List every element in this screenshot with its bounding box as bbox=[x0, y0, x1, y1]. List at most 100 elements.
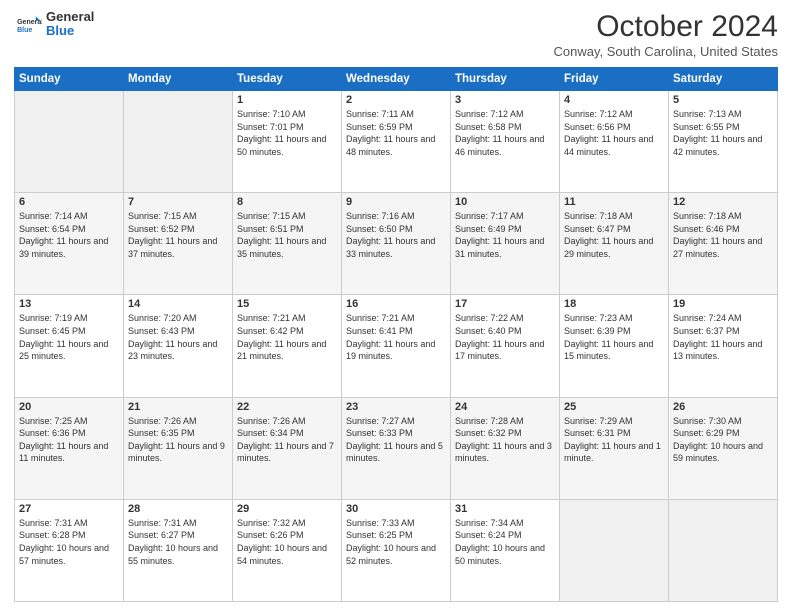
day-info: Sunrise: 7:10 AMSunset: 7:01 PMDaylight:… bbox=[237, 108, 337, 158]
calendar-cell: 11Sunrise: 7:18 AMSunset: 6:47 PMDayligh… bbox=[560, 193, 669, 295]
day-info: Sunrise: 7:21 AMSunset: 6:41 PMDaylight:… bbox=[346, 312, 446, 362]
day-info: Sunrise: 7:27 AMSunset: 6:33 PMDaylight:… bbox=[346, 415, 446, 465]
logo: General Blue General Blue bbox=[14, 10, 94, 39]
header: General Blue General Blue October 2024 C… bbox=[14, 10, 778, 59]
calendar-cell: 19 Sunrise: 7:24 AMSunset: 6:37 PMDayligh… bbox=[669, 295, 778, 397]
calendar-cell: 15 Sunrise: 7:21 AMSunset: 6:42 PMDayligh… bbox=[233, 295, 342, 397]
calendar-cell: 1 Sunrise: 7:10 AMSunset: 7:01 PMDaylight… bbox=[233, 91, 342, 193]
day-number: 31 bbox=[455, 503, 555, 515]
day-number: 29 bbox=[237, 503, 337, 515]
calendar-cell: 3 Sunrise: 7:12 AMSunset: 6:58 PMDaylight… bbox=[451, 91, 560, 193]
day-info: Sunrise: 7:21 AMSunset: 6:42 PMDaylight:… bbox=[237, 312, 337, 362]
day-info: Sunrise: 7:31 AMSunset: 6:27 PMDaylight:… bbox=[128, 517, 228, 567]
day-info: Sunrise: 7:13 AMSunset: 6:55 PMDaylight:… bbox=[673, 108, 773, 158]
month-title: October 2024 bbox=[554, 10, 779, 44]
day-number: 1 bbox=[237, 94, 337, 106]
calendar-cell: 24 Sunrise: 7:28 AMSunset: 6:32 PMDayligh… bbox=[451, 397, 560, 499]
day-number: 7 bbox=[128, 196, 228, 208]
calendar-cell: 6Sunrise: 7:14 AMSunset: 6:54 PMDaylight… bbox=[15, 193, 124, 295]
col-header-wednesday: Wednesday bbox=[342, 68, 451, 91]
col-header-thursday: Thursday bbox=[451, 68, 560, 91]
calendar-cell: 5 Sunrise: 7:13 AMSunset: 6:55 PMDaylight… bbox=[669, 91, 778, 193]
day-info: Sunrise: 7:23 AMSunset: 6:39 PMDaylight:… bbox=[564, 312, 664, 362]
day-number: 22 bbox=[237, 401, 337, 413]
title-block: October 2024 Conway, South Carolina, Uni… bbox=[554, 10, 779, 59]
calendar-cell: 10Sunrise: 7:17 AMSunset: 6:49 PMDayligh… bbox=[451, 193, 560, 295]
calendar-week-3: 13 Sunrise: 7:19 AMSunset: 6:45 PMDayligh… bbox=[15, 295, 778, 397]
calendar-cell: 18Sunrise: 7:23 AMSunset: 6:39 PMDayligh… bbox=[560, 295, 669, 397]
calendar-cell: 26Sunrise: 7:30 AMSunset: 6:29 PMDayligh… bbox=[669, 397, 778, 499]
logo-text-general: General bbox=[46, 10, 94, 24]
calendar-cell: 23 Sunrise: 7:27 AMSunset: 6:33 PMDayligh… bbox=[342, 397, 451, 499]
day-info: Sunrise: 7:26 AMSunset: 6:35 PMDaylight:… bbox=[128, 415, 228, 465]
calendar-cell: 28 Sunrise: 7:31 AMSunset: 6:27 PMDayligh… bbox=[124, 499, 233, 601]
calendar-cell: 9 Sunrise: 7:16 AMSunset: 6:50 PMDaylight… bbox=[342, 193, 451, 295]
day-number: 2 bbox=[346, 94, 446, 106]
day-number: 9 bbox=[346, 196, 446, 208]
day-number: 16 bbox=[346, 298, 446, 310]
calendar-week-4: 20 Sunrise: 7:25 AMSunset: 6:36 PMDayligh… bbox=[15, 397, 778, 499]
location: Conway, South Carolina, United States bbox=[554, 44, 779, 59]
day-number: 23 bbox=[346, 401, 446, 413]
day-info: Sunrise: 7:26 AMSunset: 6:34 PMDaylight:… bbox=[237, 415, 337, 465]
calendar-cell: 12Sunrise: 7:18 AMSunset: 6:46 PMDayligh… bbox=[669, 193, 778, 295]
day-info: Sunrise: 7:30 AMSunset: 6:29 PMDaylight:… bbox=[673, 415, 773, 465]
calendar-cell: 27Sunrise: 7:31 AMSunset: 6:28 PMDayligh… bbox=[15, 499, 124, 601]
day-info: Sunrise: 7:12 AMSunset: 6:58 PMDaylight:… bbox=[455, 108, 555, 158]
day-info: Sunrise: 7:19 AMSunset: 6:45 PMDaylight:… bbox=[19, 312, 119, 362]
calendar-cell: 2 Sunrise: 7:11 AMSunset: 6:59 PMDaylight… bbox=[342, 91, 451, 193]
day-info: Sunrise: 7:25 AMSunset: 6:36 PMDaylight:… bbox=[19, 415, 119, 465]
calendar-cell bbox=[124, 91, 233, 193]
calendar-cell: 13 Sunrise: 7:19 AMSunset: 6:45 PMDayligh… bbox=[15, 295, 124, 397]
day-number: 24 bbox=[455, 401, 555, 413]
day-number: 14 bbox=[128, 298, 228, 310]
calendar-cell: 29 Sunrise: 7:32 AMSunset: 6:26 PMDayligh… bbox=[233, 499, 342, 601]
calendar-cell: 14 Sunrise: 7:20 AMSunset: 6:43 PMDayligh… bbox=[124, 295, 233, 397]
calendar-cell: 31 Sunrise: 7:34 AMSunset: 6:24 PMDayligh… bbox=[451, 499, 560, 601]
day-number: 5 bbox=[673, 94, 773, 106]
day-number: 19 bbox=[673, 298, 773, 310]
calendar-cell: 21Sunrise: 7:26 AMSunset: 6:35 PMDayligh… bbox=[124, 397, 233, 499]
calendar-header-row: SundayMondayTuesdayWednesdayThursdayFrid… bbox=[15, 68, 778, 91]
day-number: 30 bbox=[346, 503, 446, 515]
calendar-week-1: 1 Sunrise: 7:10 AMSunset: 7:01 PMDaylight… bbox=[15, 91, 778, 193]
day-number: 28 bbox=[128, 503, 228, 515]
calendar-table: SundayMondayTuesdayWednesdayThursdayFrid… bbox=[14, 67, 778, 602]
col-header-tuesday: Tuesday bbox=[233, 68, 342, 91]
day-number: 20 bbox=[19, 401, 119, 413]
day-info: Sunrise: 7:20 AMSunset: 6:43 PMDaylight:… bbox=[128, 312, 228, 362]
calendar-cell: 22 Sunrise: 7:26 AMSunset: 6:34 PMDayligh… bbox=[233, 397, 342, 499]
col-header-friday: Friday bbox=[560, 68, 669, 91]
day-number: 25 bbox=[564, 401, 664, 413]
day-info: Sunrise: 7:15 AMSunset: 6:51 PMDaylight:… bbox=[237, 210, 337, 260]
day-number: 12 bbox=[673, 196, 773, 208]
day-info: Sunrise: 7:32 AMSunset: 6:26 PMDaylight:… bbox=[237, 517, 337, 567]
day-info: Sunrise: 7:34 AMSunset: 6:24 PMDaylight:… bbox=[455, 517, 555, 567]
day-info: Sunrise: 7:33 AMSunset: 6:25 PMDaylight:… bbox=[346, 517, 446, 567]
calendar-cell: 17Sunrise: 7:22 AMSunset: 6:40 PMDayligh… bbox=[451, 295, 560, 397]
day-info: Sunrise: 7:17 AMSunset: 6:49 PMDaylight:… bbox=[455, 210, 555, 260]
day-info: Sunrise: 7:16 AMSunset: 6:50 PMDaylight:… bbox=[346, 210, 446, 260]
day-info: Sunrise: 7:15 AMSunset: 6:52 PMDaylight:… bbox=[128, 210, 228, 260]
col-header-saturday: Saturday bbox=[669, 68, 778, 91]
day-number: 8 bbox=[237, 196, 337, 208]
col-header-monday: Monday bbox=[124, 68, 233, 91]
day-info: Sunrise: 7:24 AMSunset: 6:37 PMDaylight:… bbox=[673, 312, 773, 362]
day-number: 13 bbox=[19, 298, 119, 310]
day-info: Sunrise: 7:29 AMSunset: 6:31 PMDaylight:… bbox=[564, 415, 664, 465]
day-info: Sunrise: 7:12 AMSunset: 6:56 PMDaylight:… bbox=[564, 108, 664, 158]
day-number: 4 bbox=[564, 94, 664, 106]
day-info: Sunrise: 7:11 AMSunset: 6:59 PMDaylight:… bbox=[346, 108, 446, 158]
calendar-cell bbox=[15, 91, 124, 193]
calendar-cell: 8 Sunrise: 7:15 AMSunset: 6:51 PMDaylight… bbox=[233, 193, 342, 295]
logo-icon: General Blue bbox=[14, 10, 42, 38]
day-number: 3 bbox=[455, 94, 555, 106]
svg-text:Blue: Blue bbox=[17, 27, 32, 34]
day-info: Sunrise: 7:31 AMSunset: 6:28 PMDaylight:… bbox=[19, 517, 119, 567]
day-info: Sunrise: 7:28 AMSunset: 6:32 PMDaylight:… bbox=[455, 415, 555, 465]
day-number: 15 bbox=[237, 298, 337, 310]
day-number: 11 bbox=[564, 196, 664, 208]
day-info: Sunrise: 7:22 AMSunset: 6:40 PMDaylight:… bbox=[455, 312, 555, 362]
calendar-cell: 16 Sunrise: 7:21 AMSunset: 6:41 PMDayligh… bbox=[342, 295, 451, 397]
calendar-cell: 25 Sunrise: 7:29 AMSunset: 6:31 PMDayligh… bbox=[560, 397, 669, 499]
